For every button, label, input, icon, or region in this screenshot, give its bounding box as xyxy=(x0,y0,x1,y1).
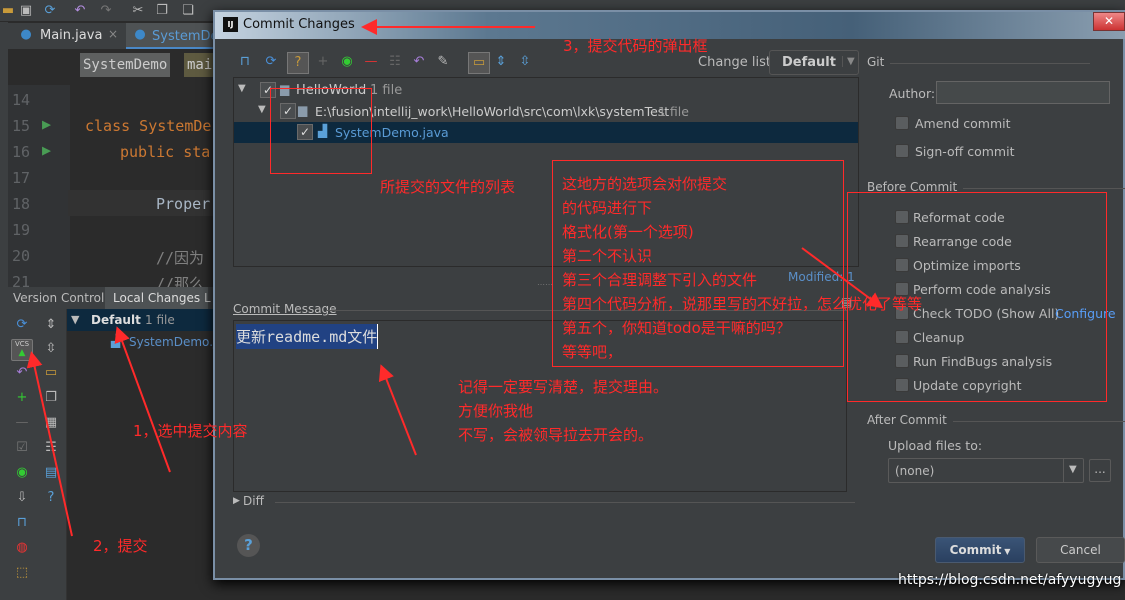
arrow-2 xyxy=(26,351,73,537)
annotation-arrows xyxy=(26,19,884,537)
arrow-options xyxy=(801,247,884,309)
arrow-1 xyxy=(114,326,171,473)
watermark: https://blog.csdn.net/afyyugyug xyxy=(898,572,1122,588)
arrow-message xyxy=(378,364,417,456)
